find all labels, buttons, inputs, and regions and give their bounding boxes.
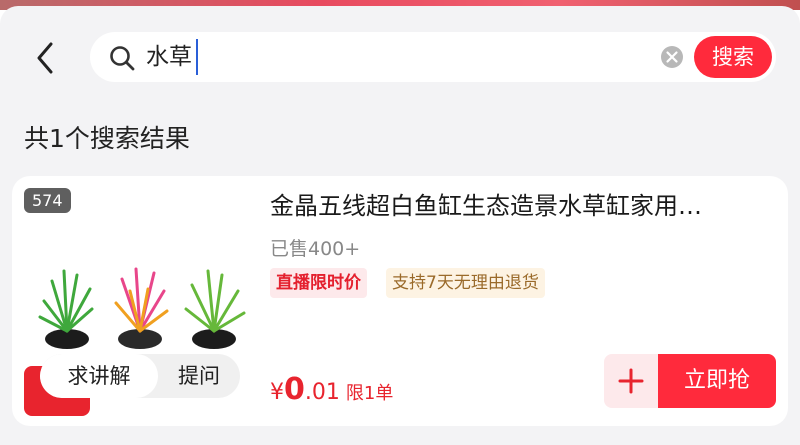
ask-question-button[interactable]: 提问 <box>158 354 240 398</box>
search-bar: 水草 搜索 <box>90 32 776 82</box>
sold-count: 已售400+ <box>270 238 361 260</box>
product-card[interactable]: 574 求讲解 提问 金晶五线超白鱼缸生态造景水草缸家用… 已售400+ 直播限… <box>12 176 788 426</box>
purchase-limit: 限1单 <box>345 383 394 404</box>
price-decimal: .01 <box>304 380 340 405</box>
clear-icon[interactable] <box>660 45 684 69</box>
request-explain-button[interactable]: 求讲解 <box>40 354 158 398</box>
plus-icon <box>618 368 644 394</box>
result-count: 共1个搜索结果 <box>24 124 190 153</box>
product-thumbnail[interactable]: 574 求讲解 提问 <box>12 176 252 426</box>
search-sheet: 水草 搜索 共1个搜索结果 574 求讲解 提问 金晶五线超白鱼缸生态造景水草缸… <box>0 6 800 445</box>
add-to-cart-button[interactable] <box>604 354 658 408</box>
buy-now-button[interactable]: 立即抢 <box>658 354 776 408</box>
thumbnail-number-badge: 574 <box>24 188 71 213</box>
price: ¥0.01 限1单 <box>270 368 393 416</box>
product-title[interactable]: 金晶五线超白鱼缸生态造景水草缸家用… <box>270 188 770 224</box>
price-integer: 0 <box>284 372 305 407</box>
aquarium-plants-image <box>38 267 246 349</box>
currency-symbol: ¥ <box>270 380 284 405</box>
explain-pill: 求讲解 提问 <box>40 354 240 398</box>
search-input[interactable]: 水草 <box>146 39 198 75</box>
back-button[interactable] <box>28 38 62 78</box>
live-price-tag: 直播限时价 <box>270 268 367 298</box>
return-policy-tag: 支持7天无理由退货 <box>386 268 545 298</box>
search-icon <box>110 46 135 71</box>
search-button[interactable]: 搜索 <box>694 36 772 78</box>
back-arrow-icon <box>37 42 53 74</box>
